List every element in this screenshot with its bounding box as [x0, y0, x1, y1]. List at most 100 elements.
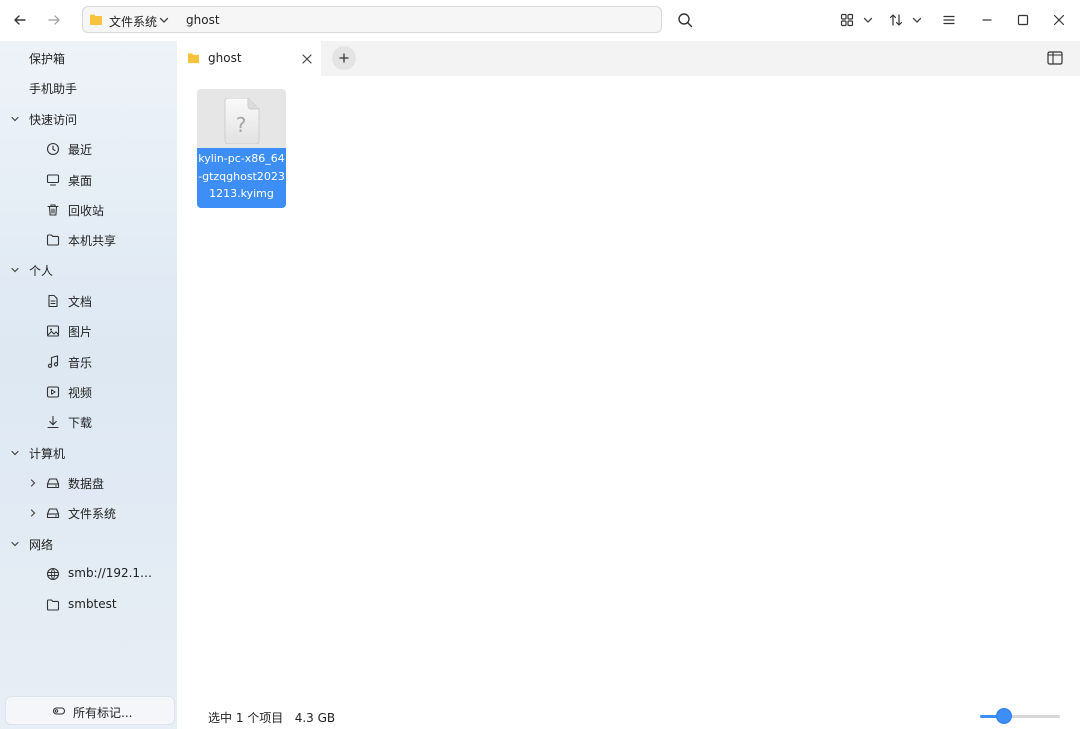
- sidebar-item-label: smbtest: [68, 597, 117, 611]
- sidebar-item-vault[interactable]: 保护箱: [0, 44, 177, 72]
- grid-view-icon: [840, 13, 854, 27]
- sidebar-item-data-disk[interactable]: 数据盘: [0, 469, 177, 497]
- back-button[interactable]: [8, 9, 32, 31]
- address-bar[interactable]: 文件系统 ghost: [82, 6, 662, 33]
- sidebar: 保护箱 手机助手 快速访问 最近 桌面 回收站 本机共享 个人 文档 图片 音乐…: [0, 41, 177, 729]
- sidebar-item-label: 文档: [68, 295, 93, 309]
- sidebar-item-local-share[interactable]: 本机共享: [0, 226, 177, 254]
- close-icon: [1053, 14, 1065, 26]
- minimize-button[interactable]: [975, 9, 999, 31]
- chevron-right-icon[interactable]: [28, 478, 38, 488]
- sidebar-item-label: 保护箱: [29, 52, 66, 66]
- chevron-down-icon[interactable]: [10, 265, 20, 275]
- close-window-button[interactable]: [1047, 9, 1071, 31]
- tab-title: ghost: [208, 51, 242, 65]
- view-mode-dropdown[interactable]: [856, 9, 880, 31]
- sidebar-item-videos[interactable]: 视频: [0, 378, 177, 406]
- trash-icon: [47, 204, 59, 216]
- split-view-icon[interactable]: [1047, 51, 1063, 65]
- sidebar-item-label: 最近: [68, 143, 93, 157]
- sidebar-item-recent[interactable]: 最近: [0, 135, 177, 163]
- hard-drive-icon: [46, 478, 60, 489]
- plus-icon: [339, 53, 349, 63]
- svg-text:?: ?: [236, 113, 247, 137]
- folder-outline-icon: [46, 599, 60, 611]
- hard-drive-icon: [46, 508, 60, 519]
- sidebar-item-smb-server[interactable]: smb://192.1…: [0, 560, 177, 588]
- sort-icon: [889, 14, 903, 26]
- folder-outline-icon: [46, 234, 60, 246]
- selection-size: 4.3 GB: [294, 711, 336, 725]
- sidebar-item-downloads[interactable]: 下载: [0, 408, 177, 436]
- search-icon: [678, 13, 693, 28]
- sidebar-item-label: smb://192.1…: [68, 566, 153, 580]
- sidebar-item-label: 回收站: [68, 204, 105, 218]
- clock-icon: [46, 142, 60, 156]
- hamburger-menu-icon: [943, 15, 955, 25]
- tab-bar: ghost: [177, 41, 1080, 77]
- minimize-icon: [982, 19, 992, 21]
- image-icon: [46, 325, 60, 337]
- music-note-icon: [47, 355, 59, 368]
- chevron-down-icon: [912, 17, 922, 23]
- file-item[interactable]: ? kylin-pc-x86_64-gtzqghost20231213.kyim…: [197, 89, 286, 208]
- video-icon: [46, 386, 60, 398]
- chevron-down-icon[interactable]: [10, 114, 20, 124]
- sidebar-item-label: 桌面: [68, 174, 93, 188]
- sidebar-item-label: 音乐: [68, 356, 93, 370]
- forward-button[interactable]: [42, 9, 66, 31]
- tag-icon: [52, 707, 66, 715]
- status-bar: 选中 1 个项目 4.3 GB: [177, 701, 1080, 729]
- chevron-down-icon[interactable]: [10, 539, 20, 549]
- sidebar-section-network[interactable]: 网络: [0, 530, 177, 558]
- sidebar-item-file-system[interactable]: 文件系统: [0, 499, 177, 527]
- sidebar-item-label: 文件系统: [68, 507, 117, 521]
- sidebar-item-label: 手机助手: [29, 82, 78, 96]
- sidebar-item-phone-assistant[interactable]: 手机助手: [0, 74, 177, 102]
- all-tags-label: 所有标记...: [73, 706, 133, 720]
- new-tab-button[interactable]: [332, 46, 356, 70]
- sidebar-item-label: 视频: [68, 386, 93, 400]
- sidebar-section-personal[interactable]: 个人: [0, 256, 177, 284]
- zoom-slider-handle[interactable]: [996, 708, 1012, 724]
- sidebar-section-label: 快速访问: [29, 113, 78, 127]
- sort-dropdown[interactable]: [905, 9, 929, 31]
- chevron-down-icon[interactable]: [158, 14, 170, 26]
- sidebar-item-music[interactable]: 音乐: [0, 348, 177, 376]
- file-name-label: kylin-pc-x86_64-gtzqghost20231213.kyimg: [197, 148, 286, 208]
- maximize-icon: [1017, 14, 1029, 26]
- sidebar-section-computer[interactable]: 计算机: [0, 439, 177, 467]
- sidebar-item-label: 下载: [68, 416, 93, 430]
- arrow-right-icon: [48, 15, 60, 25]
- menu-button[interactable]: [937, 9, 961, 31]
- monitor-icon: [46, 174, 60, 186]
- sidebar-item-pictures[interactable]: 图片: [0, 317, 177, 345]
- chevron-down-icon[interactable]: [10, 448, 20, 458]
- file-view: ? kylin-pc-x86_64-gtzqghost20231213.kyim…: [177, 76, 1080, 701]
- chevron-down-icon: [863, 17, 873, 23]
- maximize-button[interactable]: [1011, 9, 1035, 31]
- sidebar-section-label: 计算机: [29, 447, 66, 461]
- file-thumbnail: ?: [197, 89, 286, 148]
- zoom-slider[interactable]: [980, 708, 1060, 724]
- sidebar-item-label: 本机共享: [68, 234, 117, 248]
- selection-count: 选中 1 个项目: [208, 711, 284, 725]
- folder-icon: [90, 14, 102, 25]
- file-manager-window: www.iigeek.com www.iigeek.com www.iigeek…: [0, 0, 1080, 729]
- sidebar-section-quick-access[interactable]: 快速访问: [0, 105, 177, 133]
- document-icon: [48, 294, 58, 308]
- arrow-left-icon: [14, 15, 26, 25]
- breadcrumb-current[interactable]: ghost: [186, 13, 220, 27]
- status-selection: 选中 1 个项目 4.3 GB: [208, 709, 335, 726]
- sidebar-item-documents[interactable]: 文档: [0, 287, 177, 315]
- tab-ghost[interactable]: ghost: [177, 41, 321, 76]
- folder-icon: [187, 53, 200, 64]
- search-button[interactable]: [673, 9, 697, 31]
- chevron-right-icon[interactable]: [28, 508, 38, 518]
- sidebar-item-desktop[interactable]: 桌面: [0, 166, 177, 194]
- sidebar-item-smbtest[interactable]: smbtest: [0, 591, 177, 619]
- breadcrumb-root[interactable]: 文件系统: [109, 13, 157, 30]
- sidebar-item-trash[interactable]: 回收站: [0, 196, 177, 224]
- close-icon[interactable]: [301, 53, 313, 65]
- all-tags-button[interactable]: 所有标记...: [5, 696, 175, 725]
